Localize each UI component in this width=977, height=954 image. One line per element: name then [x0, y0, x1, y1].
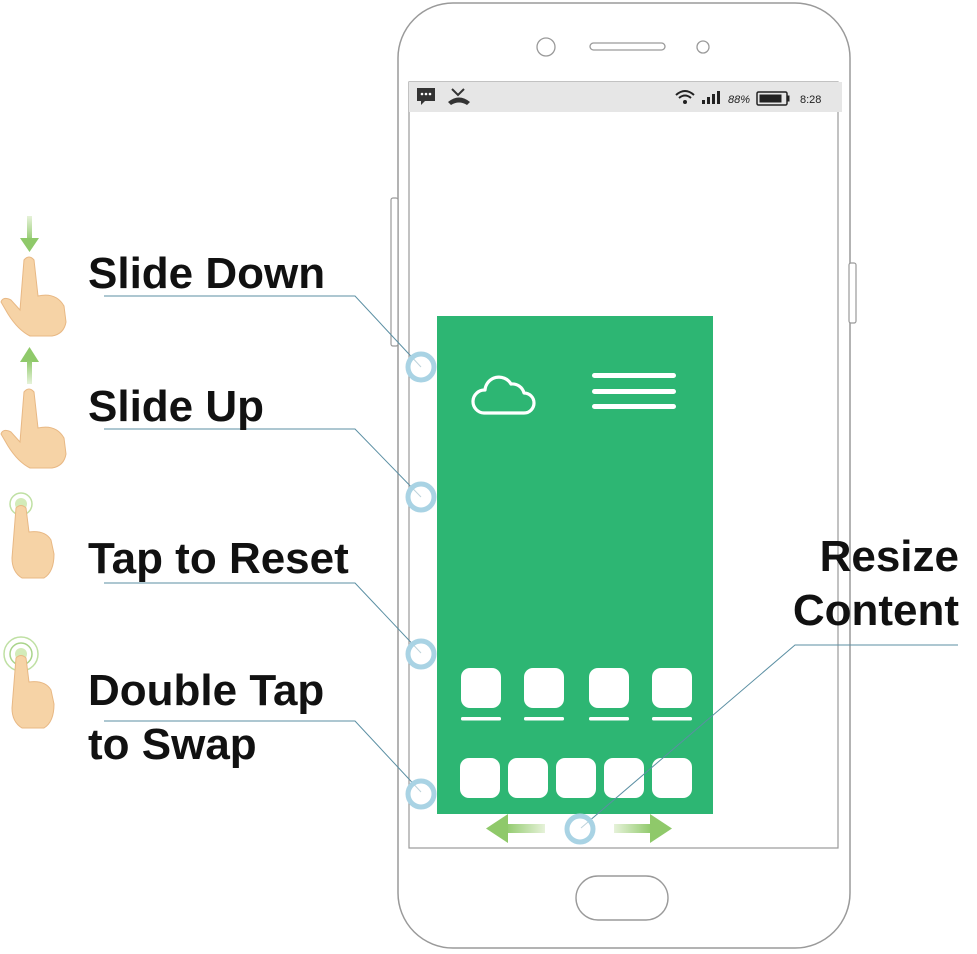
label-double-tap-line2: to Swap: [88, 720, 257, 769]
app-label-bar: [524, 717, 564, 721]
label-double-tap-line1: Double Tap: [88, 666, 325, 715]
app-icon[interactable]: [524, 668, 564, 708]
app-screen: [437, 316, 713, 814]
volume-button: [390, 197, 399, 347]
home-button[interactable]: [575, 875, 669, 921]
dock-row: [460, 758, 692, 798]
app-label-bar: [652, 717, 692, 721]
app-label-bar: [589, 717, 629, 721]
dock-app-icon[interactable]: [652, 758, 692, 798]
power-button: [848, 262, 857, 324]
hand-tap-icon: [9, 492, 55, 579]
dock-app-icon[interactable]: [460, 758, 500, 798]
hand-slide-down-icon: [0, 216, 67, 337]
touch-point-slide-down[interactable]: [405, 351, 437, 383]
label-resize-line2: Content: [792, 586, 959, 635]
clock-time: 8:28: [800, 94, 821, 106]
app-label-bar: [461, 717, 501, 721]
hand-double-tap-icon: [3, 636, 55, 729]
app-icon[interactable]: [652, 668, 692, 708]
label-slide-down: Slide Down: [88, 249, 326, 298]
leader-line-slide-down: [104, 295, 422, 368]
dock-app-icon[interactable]: [508, 758, 548, 798]
status-bar: 88% 8:28: [409, 82, 842, 112]
battery-percent: 88%: [728, 94, 750, 106]
app-icon[interactable]: [589, 668, 629, 708]
label-slide-up: Slide Up: [88, 382, 265, 431]
diagram-canvas: 88% 8:28: [0, 2, 958, 949]
touch-point-tap-reset[interactable]: [405, 638, 437, 670]
touch-point-double-tap[interactable]: [405, 778, 437, 810]
app-icon[interactable]: [461, 668, 501, 708]
label-resize-line1: Resize: [819, 532, 959, 581]
hand-slide-up-icon: [0, 347, 67, 469]
label-tap-to-reset: Tap to Reset: [88, 534, 349, 583]
leader-line-slide-up: [104, 428, 422, 498]
leader-line-tap-reset: [104, 582, 422, 654]
touch-point-slide-up[interactable]: [405, 481, 437, 513]
dock-app-icon[interactable]: [604, 758, 644, 798]
dock-app-icon[interactable]: [556, 758, 596, 798]
touch-point-resize[interactable]: [564, 813, 596, 845]
